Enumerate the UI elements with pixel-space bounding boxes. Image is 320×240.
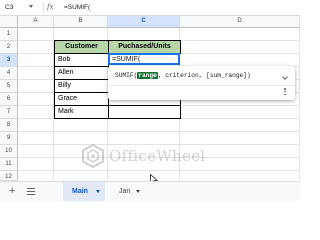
row-header-11[interactable]: 11	[0, 158, 18, 171]
row-header-12[interactable]: 12	[0, 171, 18, 181]
row-header-1[interactable]: 1	[0, 28, 18, 41]
cell-customer-grace[interactable]: Grace	[54, 92, 109, 106]
tab-jan[interactable]: Jan	[110, 182, 146, 201]
active-cell-editor[interactable]: =SUMIF(	[108, 53, 180, 65]
name-box[interactable]: C3	[3, 2, 39, 13]
row-header-2[interactable]: 2	[0, 41, 18, 54]
row-header-7[interactable]: 7	[0, 106, 18, 119]
divider	[108, 85, 295, 86]
column-header-c[interactable]: C	[108, 16, 180, 28]
grid-line	[18, 170, 300, 171]
officewheel-logo	[82, 144, 104, 168]
name-box-value: C3	[5, 4, 14, 11]
remaining-arguments: , criterion, [sum_range])	[157, 72, 251, 79]
cell-units-mark[interactable]	[108, 105, 181, 119]
row-header-4[interactable]: 4	[0, 67, 18, 80]
grid-line	[18, 131, 300, 132]
fx-icon: fx	[47, 3, 54, 11]
row-header-8[interactable]: 8	[0, 119, 18, 132]
more-vertical-icon[interactable]	[284, 88, 286, 98]
cell-customer-billy[interactable]: Billy	[54, 79, 109, 93]
chevron-down-icon[interactable]	[282, 74, 288, 80]
column-header-a[interactable]: A	[18, 16, 54, 28]
row-header-9[interactable]: 9	[0, 132, 18, 145]
cell-customer-mark[interactable]: Mark	[54, 105, 109, 119]
cell-customer-allen[interactable]: Allen	[54, 66, 109, 80]
chevron-down-icon[interactable]	[96, 190, 100, 193]
row-header-10[interactable]: 10	[0, 145, 18, 158]
tab-main[interactable]: Main	[63, 182, 105, 201]
row-header-5[interactable]: 5	[0, 80, 18, 93]
row-header-3[interactable]: 3	[0, 54, 18, 67]
header-purchased-units[interactable]: Puchased/Units	[108, 40, 181, 54]
function-signature: SUMIF(range, criterion, [sum_range])	[115, 71, 251, 81]
column-header-b[interactable]: B	[54, 16, 108, 28]
chevron-down-icon[interactable]	[29, 5, 33, 8]
formula-input[interactable]: =SUMIF(	[64, 2, 90, 13]
cell-customer-bob[interactable]: Bob	[54, 53, 109, 67]
header-customer[interactable]: Customer	[54, 40, 109, 54]
chevron-down-icon[interactable]	[136, 190, 140, 193]
formula-help-tooltip[interactable]: SUMIF(range, criterion, [sum_range])	[108, 66, 295, 100]
divider	[43, 3, 44, 13]
tab-label: Main	[72, 188, 88, 195]
column-header-d[interactable]: D	[180, 16, 300, 28]
row-header-6[interactable]: 6	[0, 93, 18, 106]
function-name: SUMIF(	[115, 72, 138, 79]
active-cell-text: =SUMIF(	[112, 56, 141, 63]
watermark: OfficeWheel	[81, 143, 221, 169]
current-argument: range	[137, 72, 158, 79]
formula-bar: C3 fx =SUMIF(	[0, 0, 300, 16]
sheet-tabs-bar: + Main Jan	[0, 181, 300, 201]
tab-label: Jan	[119, 188, 131, 195]
watermark-text: OfficeWheel	[109, 147, 206, 165]
select-all-corner[interactable]	[0, 16, 18, 28]
plus-icon[interactable]: +	[9, 185, 15, 197]
menu-icon[interactable]	[27, 188, 35, 196]
